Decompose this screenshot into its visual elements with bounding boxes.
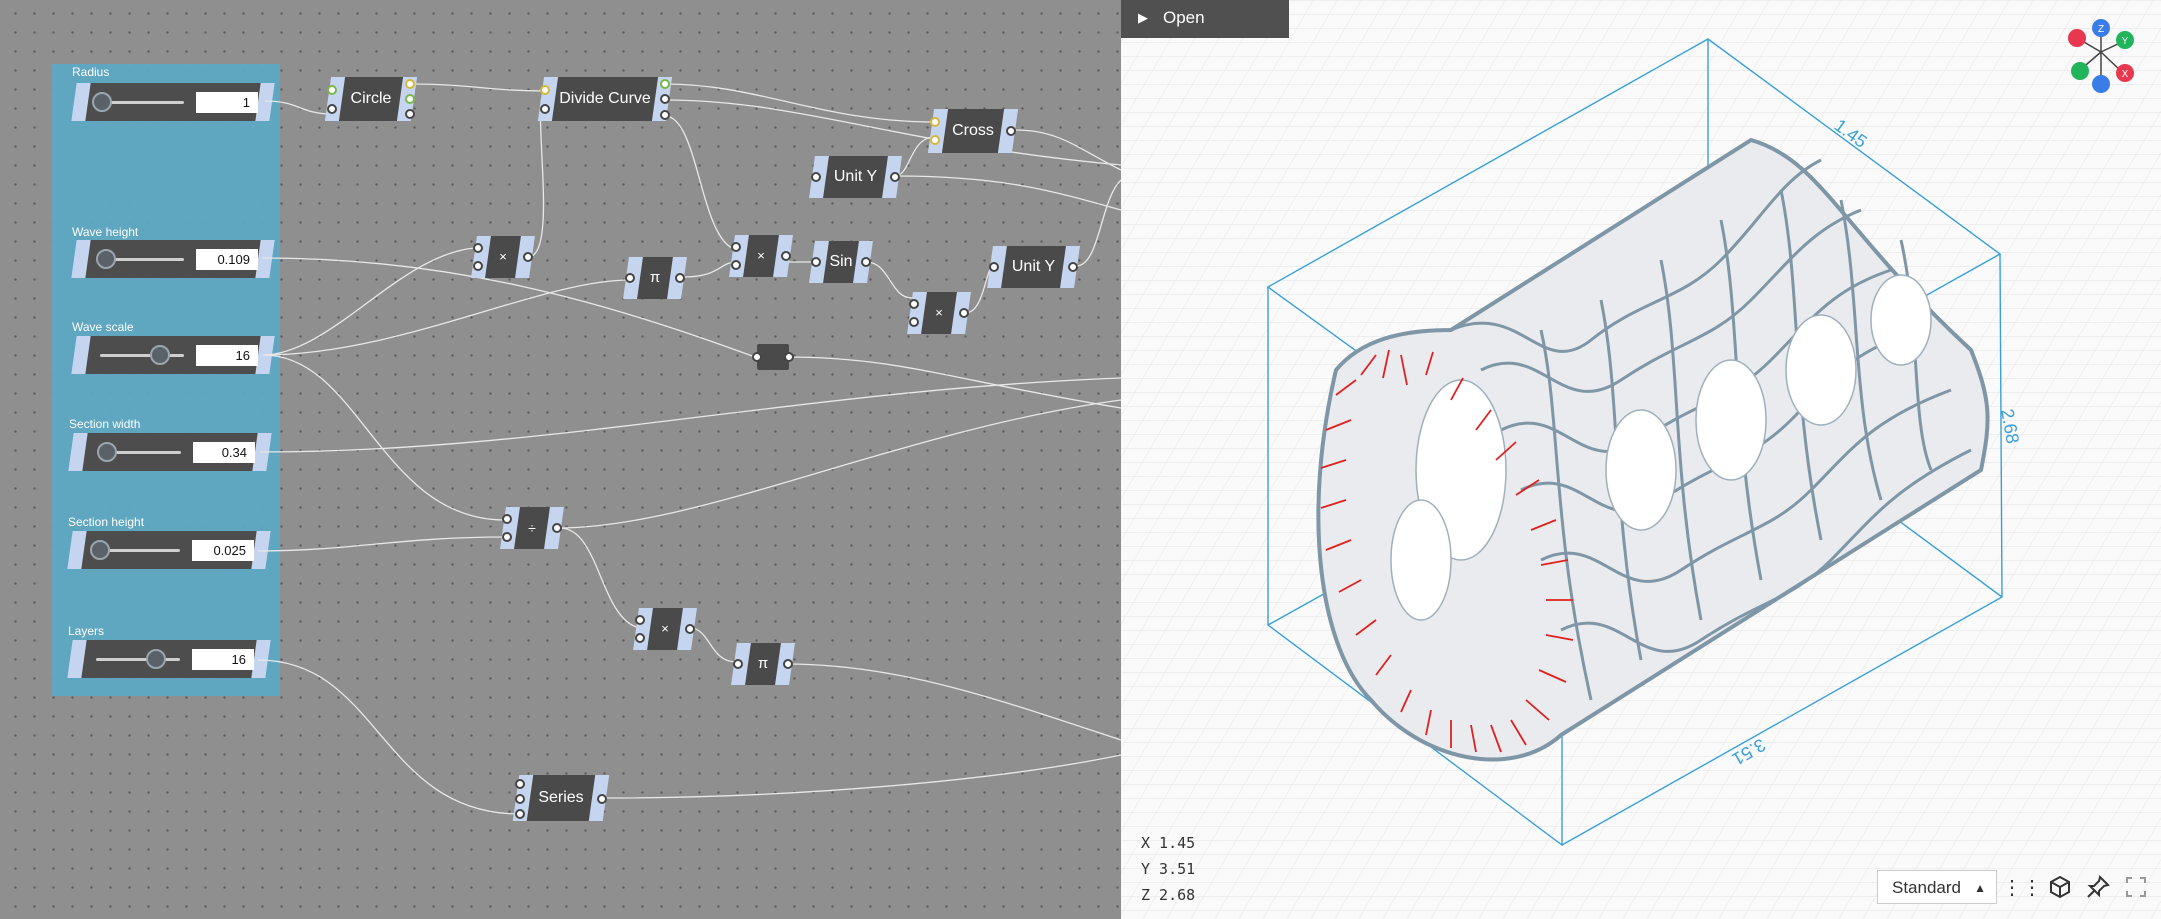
input-port[interactable] (515, 779, 525, 789)
viewport-toolbar: Standard ▲ ⋮⋮ (1877, 867, 2149, 907)
unit-y-node[interactable]: Unit Y (987, 246, 1080, 288)
node-label: Sin (829, 253, 853, 270)
input-port[interactable] (989, 262, 999, 272)
multiply-node[interactable]: × (729, 235, 793, 277)
output-port[interactable] (685, 624, 695, 634)
open-panel-button[interactable]: ▶ Open (1121, 0, 1289, 38)
viewport-scene: 1.45 2.68 3.51 Z Y X (1121, 0, 2161, 919)
output-port[interactable] (1068, 262, 1078, 272)
coord-z: Z 2.68 (1141, 886, 1196, 904)
input-port[interactable] (502, 514, 512, 524)
coord-x: X 1.45 (1141, 834, 1196, 852)
node-label: π (649, 269, 661, 286)
node-label: × (757, 248, 765, 263)
3d-viewport[interactable]: 1.45 2.68 3.51 Z Y X ▶ Open X 1.45 Y 3.5… (1121, 0, 2161, 919)
output-port[interactable] (784, 352, 794, 362)
input-port[interactable] (515, 794, 525, 804)
output-port[interactable] (660, 79, 670, 89)
pi-node[interactable]: π (623, 257, 687, 299)
input-port[interactable] (930, 117, 940, 127)
output-port[interactable] (783, 659, 793, 669)
input-port[interactable] (515, 809, 525, 819)
input-port[interactable] (752, 352, 762, 362)
divide-curve-node[interactable]: Divide Curve (537, 77, 673, 121)
divide-node[interactable]: ÷ (500, 507, 564, 549)
output-port[interactable] (675, 273, 685, 283)
output-port[interactable] (959, 308, 969, 318)
node-label: Series (538, 789, 584, 806)
fullscreen-icon[interactable] (2123, 874, 2149, 900)
output-port[interactable] (405, 109, 415, 119)
gizmo-y-label: Y (2122, 36, 2129, 47)
chevron-right-icon: ▶ (1138, 10, 1148, 25)
output-port[interactable] (861, 257, 871, 267)
node-label: × (499, 249, 507, 264)
display-mode-select[interactable]: Standard ▲ (1877, 870, 1997, 904)
node-label: Divide Curve (559, 90, 651, 107)
gizmo-x-label: X (2122, 69, 2129, 80)
open-label: Open (1163, 8, 1205, 27)
input-port[interactable] (327, 104, 337, 114)
cross-node[interactable]: Cross (927, 109, 1019, 153)
input-port[interactable] (473, 261, 483, 271)
input-port[interactable] (502, 532, 512, 542)
multiply-node[interactable]: × (471, 236, 535, 278)
input-port[interactable] (540, 104, 550, 114)
node-label: Cross (952, 122, 994, 139)
input-port[interactable] (909, 317, 919, 327)
input-port[interactable] (733, 659, 743, 669)
circle-node[interactable]: Circle (324, 77, 418, 121)
input-port[interactable] (909, 299, 919, 309)
input-port[interactable] (635, 633, 645, 643)
display-mode-value: Standard (1892, 878, 1961, 897)
output-port[interactable] (660, 94, 670, 104)
input-port[interactable] (625, 273, 635, 283)
node-canvas[interactable]: Radius 1 Wave height 0.109 Wave scale 16… (0, 0, 1121, 919)
unit-y-node[interactable]: Unit Y (809, 156, 902, 198)
node-label: π (757, 655, 769, 672)
sin-node[interactable]: Sin (809, 241, 873, 283)
node-label: Unit Y (833, 168, 878, 185)
coord-y: Y 3.51 (1141, 860, 1196, 878)
select-arrows-icon: ▲ (1974, 881, 1986, 895)
node-label: × (661, 621, 669, 636)
input-port[interactable] (731, 260, 741, 270)
output-port[interactable] (781, 251, 791, 261)
output-port[interactable] (890, 172, 900, 182)
output-port[interactable] (552, 523, 562, 533)
passthrough-node[interactable] (752, 344, 794, 370)
input-port[interactable] (635, 615, 645, 625)
grip-icon[interactable]: ⋮⋮ (2002, 874, 2042, 900)
node-label: Unit Y (1011, 258, 1056, 275)
input-port[interactable] (811, 257, 821, 267)
input-port[interactable] (473, 243, 483, 253)
output-port[interactable] (597, 794, 607, 804)
multiply-node[interactable]: × (633, 608, 697, 650)
gizmo-z-label: Z (2098, 24, 2104, 35)
input-port[interactable] (811, 172, 821, 182)
output-port[interactable] (1006, 126, 1016, 136)
cube-icon[interactable] (2047, 874, 2073, 900)
node-label: × (935, 305, 943, 320)
multiply-node[interactable]: × (907, 292, 971, 334)
input-port[interactable] (540, 85, 550, 95)
pin-icon[interactable] (2085, 874, 2111, 900)
series-node[interactable]: Series (512, 775, 610, 821)
node-label: ÷ (528, 520, 536, 536)
pi-node[interactable]: π (731, 643, 795, 685)
output-port[interactable] (405, 94, 415, 104)
output-port[interactable] (523, 252, 533, 262)
input-port[interactable] (327, 85, 337, 95)
output-port[interactable] (660, 110, 670, 120)
input-port[interactable] (930, 135, 940, 145)
node-label: Circle (350, 90, 392, 107)
input-port[interactable] (731, 242, 741, 252)
output-port[interactable] (405, 79, 415, 89)
